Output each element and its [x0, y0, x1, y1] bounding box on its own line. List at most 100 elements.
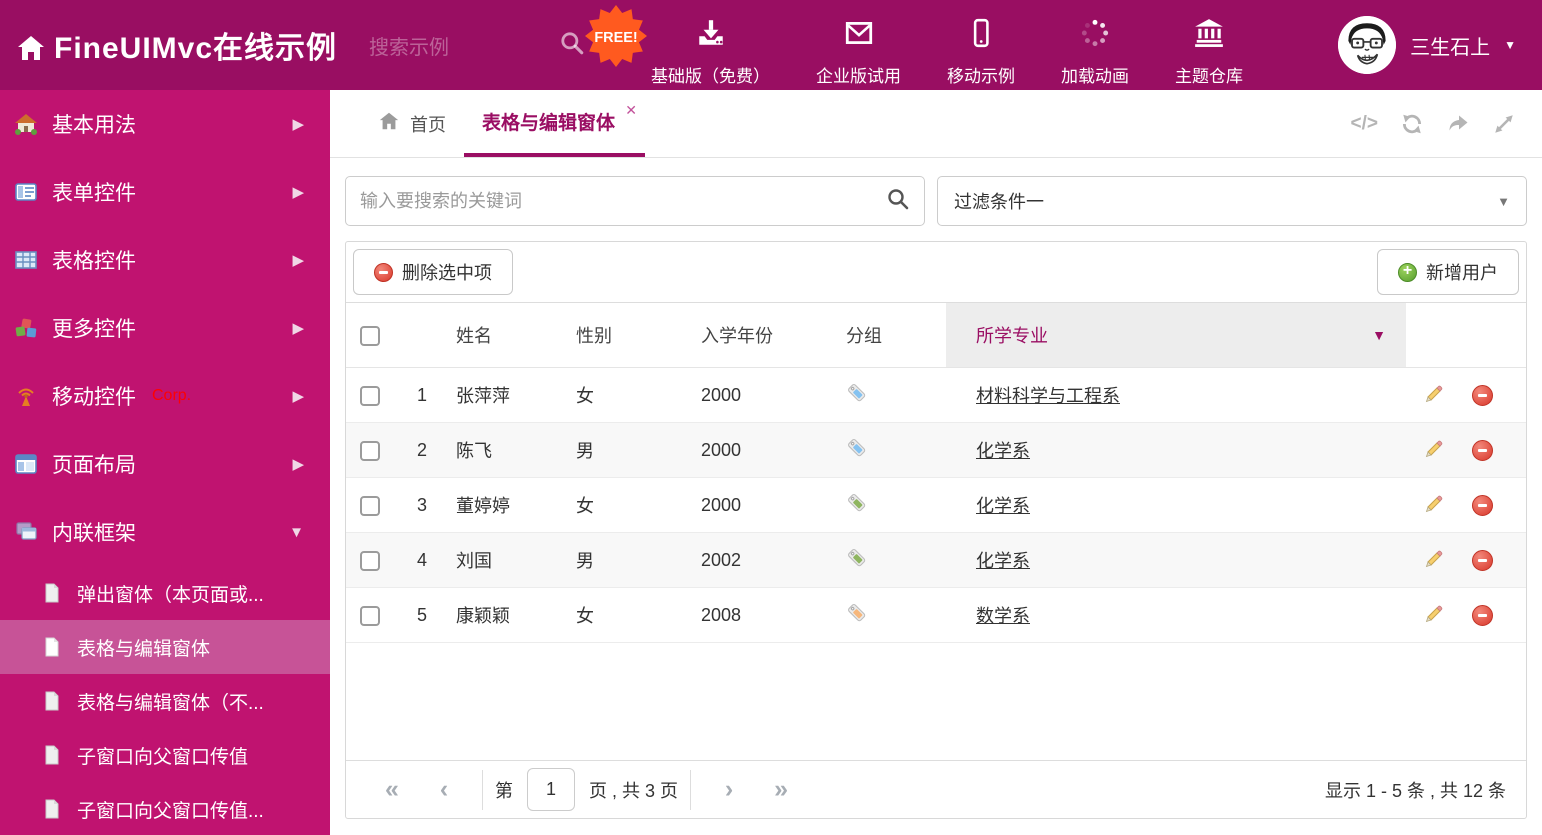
close-icon[interactable]: ✕ [625, 102, 637, 119]
caret-down-icon: ▼ [1372, 327, 1386, 343]
nav-item-theme-store[interactable]: 主题仓库 [1175, 17, 1243, 87]
table-icon [14, 248, 38, 272]
table-row: 2 陈飞 男 2000 化学系 [346, 422, 1526, 478]
edit-icon[interactable] [1422, 439, 1444, 461]
brand[interactable]: FineUIMvc在线示例 [0, 23, 337, 67]
row-index: 5 [391, 587, 441, 643]
row-index: 2 [391, 422, 441, 478]
tag-icon [848, 603, 866, 621]
chevron-right-icon: ▶ [292, 116, 304, 133]
last-page-button[interactable]: » [755, 775, 807, 804]
row-checkbox[interactable] [360, 605, 380, 626]
app-root: FineUIMvc在线示例 搜索示例 FREE! 基础版（免费） 企业版试用 移… [0, 0, 1542, 835]
sidebar-item-label: 更多控件 [52, 318, 136, 341]
nav-item-loading-animation[interactable]: 加载动画 [1061, 17, 1129, 87]
edit-icon[interactable] [1422, 494, 1444, 516]
sidebar-item-label: 页面布局 [52, 454, 136, 477]
add-user-button[interactable]: 新增用户 [1377, 249, 1519, 295]
main-area: 首页 表格与编辑窗体 ✕ </> 输入要搜索的关键词 过滤条件一 ▼ 删除选中项… [330, 90, 1542, 835]
keyword-search-box [345, 176, 925, 226]
sidebar-item-page-layout[interactable]: 页面布局 ▶ [0, 430, 330, 498]
delete-row-icon[interactable] [1472, 604, 1493, 626]
nav-item-enterprise-trial[interactable]: 企业版试用 [816, 17, 901, 87]
major-link[interactable]: 化学系 [976, 441, 1030, 461]
delete-row-icon[interactable] [1472, 494, 1493, 516]
row-checkbox[interactable] [360, 550, 380, 571]
sidebar-subitem-label: 表格与编辑窗体（不... [77, 692, 264, 714]
column-header-year: 入学年份 [686, 302, 831, 368]
row-checkbox[interactable] [360, 440, 380, 461]
sidebar-subitem-grid-edit-window-2[interactable]: 表格与编辑窗体（不... [0, 674, 330, 728]
major-link[interactable]: 材料科学与工程系 [976, 386, 1120, 406]
app-title: FineUIMvc在线示例 [54, 32, 338, 65]
column-header-group: 分组 [831, 302, 946, 368]
nav-label: 基础版（免费） [651, 67, 771, 86]
page-number-input[interactable] [527, 768, 575, 811]
edit-icon[interactable] [1422, 549, 1444, 571]
sidebar-item-grid-controls[interactable]: 表格控件 ▶ [0, 226, 330, 294]
major-link[interactable]: 数学系 [976, 606, 1030, 626]
nav-item-mobile-demo[interactable]: 移动示例 [947, 17, 1015, 87]
header-search[interactable]: 搜索示例 [369, 30, 585, 61]
major-link[interactable]: 化学系 [976, 551, 1030, 571]
pagination-bar: « ‹ 第 页 , 共 3 页 › » 显示 1 - 5 条 , 共 12 条 [346, 760, 1526, 818]
major-link[interactable]: 化学系 [976, 496, 1030, 516]
delete-row-icon[interactable] [1472, 384, 1493, 406]
next-page-button[interactable]: › [703, 775, 755, 804]
sidebar-item-iframe[interactable]: 内联框架 ▼ [0, 498, 330, 566]
page-prefix-label: 第 [495, 780, 513, 801]
row-index: 4 [391, 532, 441, 588]
edit-icon[interactable] [1422, 604, 1444, 626]
sidebar-item-label: 表单控件 [52, 182, 136, 205]
house-icon [14, 112, 38, 136]
sidebar-subitem-child-to-parent[interactable]: 子窗口向父窗口传值 [0, 728, 330, 782]
prev-page-button[interactable]: ‹ [418, 775, 470, 804]
nav-item-basic-free[interactable]: FREE! 基础版（免费） [585, 5, 771, 87]
fullscreen-icon[interactable] [1492, 112, 1516, 136]
nav-label: 加载动画 [1061, 67, 1130, 86]
refresh-icon[interactable] [1400, 112, 1424, 136]
search-icon[interactable] [886, 187, 910, 216]
filter-dropdown-label: 过滤条件一 [954, 192, 1044, 212]
tab-grid-edit-window[interactable]: 表格与编辑窗体 ✕ [464, 90, 646, 157]
row-checkbox[interactable] [360, 495, 380, 516]
column-header-major[interactable]: 所学专业 ▼ [946, 302, 1406, 368]
app-header: FineUIMvc在线示例 搜索示例 FREE! 基础版（免费） 企业版试用 移… [0, 0, 1542, 90]
search-icon[interactable] [559, 30, 585, 61]
sidebar-subitem-label: 子窗口向父窗口传值 [77, 746, 249, 768]
source-code-icon[interactable]: </> [1351, 113, 1378, 135]
select-all-checkbox[interactable] [360, 325, 380, 346]
sidebar-item-form-controls[interactable]: 表单控件 ▶ [0, 158, 330, 226]
sidebar-item-more-controls[interactable]: 更多控件 ▶ [0, 294, 330, 362]
nav-label: 主题仓库 [1175, 67, 1244, 86]
first-page-button[interactable]: « [366, 775, 418, 804]
keyword-search-input[interactable] [360, 190, 876, 212]
delete-row-icon[interactable] [1472, 439, 1493, 461]
column-header-name: 姓名 [441, 302, 561, 368]
blocks-icon [14, 316, 38, 340]
cell-gender: 女 [561, 477, 686, 533]
table-row: 1 张萍萍 女 2000 材料科学与工程系 [346, 367, 1526, 423]
table-header-row: 姓名 性别 入学年份 分组 所学专业 ▼ [346, 302, 1526, 368]
delete-selected-button[interactable]: 删除选中项 [353, 249, 513, 295]
tab-home[interactable]: 首页 [360, 90, 464, 157]
filter-dropdown[interactable]: 过滤条件一 ▼ [937, 176, 1527, 226]
sidebar-subitem-popup-window[interactable]: 弹出窗体（本页面或... [0, 566, 330, 620]
share-icon[interactable] [1446, 112, 1470, 136]
delete-row-icon[interactable] [1472, 549, 1493, 571]
pager-divider [690, 769, 692, 810]
sidebar-item-basic-usage[interactable]: 基本用法 ▶ [0, 90, 330, 158]
user-menu[interactable]: 三生石上 ▼ [1338, 16, 1542, 74]
sidebar-subitem-child-to-parent-2[interactable]: 子窗口向父窗口传值... [0, 782, 330, 835]
download-icon [695, 17, 727, 54]
tab-toolbar: </> [1351, 90, 1542, 157]
sidebar-item-mobile-controls[interactable]: 移动控件 Corp. ▶ [0, 362, 330, 430]
edit-icon[interactable] [1422, 384, 1444, 406]
sidebar-subitem-grid-edit-window[interactable]: 表格与编辑窗体 [0, 620, 330, 674]
sidebar-subitem-label: 子窗口向父窗口传值... [77, 800, 264, 822]
column-header-gender: 性别 [561, 302, 686, 368]
row-checkbox[interactable] [360, 385, 380, 406]
sidebar: 基本用法 ▶ 表单控件 ▶ 表格控件 ▶ 更多控件 ▶ 移动控件 Corp. ▶… [0, 90, 330, 835]
home-icon [16, 33, 44, 60]
table-row: 4 刘国 男 2002 化学系 [346, 532, 1526, 588]
